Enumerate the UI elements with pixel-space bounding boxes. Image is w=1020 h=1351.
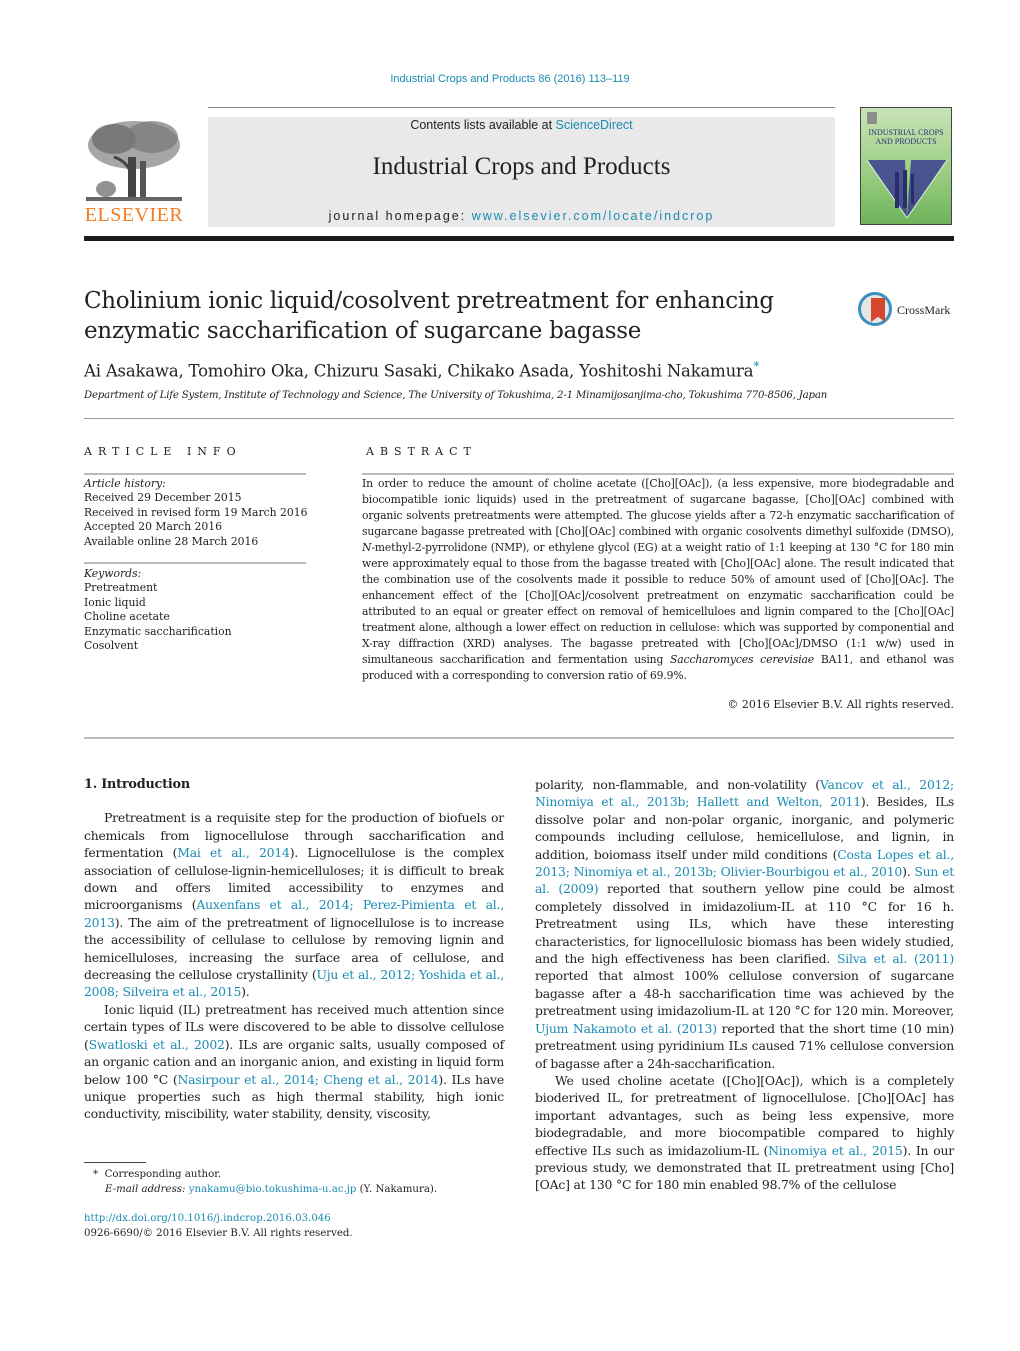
article-info-rule <box>84 473 306 475</box>
citation-link[interactable]: Silva et al. (2011) <box>837 951 954 966</box>
author-list: Ai Asakawa, Tomohiro Oka, Chizuru Sasaki… <box>84 359 759 381</box>
citation-link[interactable]: Nasirpour et al., 2014; Cheng et al., 20… <box>177 1072 438 1087</box>
section-heading: 1. Introduction <box>84 777 190 792</box>
keyword-item: Enzymatic saccharification <box>84 624 232 638</box>
cover-art-icon <box>866 159 948 219</box>
article-title: Cholinium ionic liquid/cosolvent pretrea… <box>84 288 774 344</box>
journal-cover-thumbnail[interactable]: INDUSTRIAL CROPS AND PRODUCTS <box>860 107 952 225</box>
abstract-italic: N <box>362 541 372 554</box>
abstract-bottom-rule <box>84 737 954 739</box>
footnote-marker: * <box>93 1169 99 1180</box>
citation-link[interactable]: Uju et al., 2012; Yoshida et al., 2008; … <box>84 967 504 999</box>
crossmark-icon <box>858 292 892 326</box>
cover-badge-icon <box>867 112 877 124</box>
journal-title: Industrial Crops and Products <box>372 153 671 180</box>
citation-link[interactable]: Mai et al., 2014 <box>177 845 290 860</box>
citation-link[interactable]: Ujum Nakamoto et al. (2013) <box>535 1021 717 1036</box>
elsevier-tree-icon <box>86 121 182 201</box>
history-item: Available online 28 March 2016 <box>84 534 259 548</box>
journal-masthead: Contents lists available at ScienceDirec… <box>208 117 835 227</box>
cover-title: INDUSTRIAL CROPS AND PRODUCTS <box>868 128 944 146</box>
citation-link[interactable]: Ninomiya et al., 2015 <box>768 1143 903 1158</box>
history-label: Article history: <box>84 477 166 490</box>
keywords-label: Keywords: <box>84 567 142 580</box>
keywords-list: Keywords: Pretreatment Ionic liquid Chol… <box>84 567 232 653</box>
issn-line: 0926-6690/© 2016 Elsevier B.V. All right… <box>84 1227 353 1239</box>
abstract-heading: ABSTRACT <box>366 445 477 458</box>
authors-text: Ai Asakawa, Tomohiro Oka, Chizuru Sasaki… <box>84 361 754 381</box>
journal-homepage: journal homepage: www.elsevier.com/locat… <box>208 209 835 223</box>
body-column-left: 1. Introduction Pretreatment is a requis… <box>84 776 504 1123</box>
history-item: Received 29 December 2015 <box>84 491 242 505</box>
email-suffix: (Y. Nakamura). <box>356 1183 438 1195</box>
journal-citation[interactable]: Industrial Crops and Products 86 (2016) … <box>0 73 1020 85</box>
header-rule <box>208 107 835 108</box>
citation-link[interactable]: Swatloski et al., 2002 <box>89 1037 225 1052</box>
footnote: * Corresponding author. E-mail address: … <box>84 1168 437 1197</box>
header-thick-rule <box>84 236 954 241</box>
homepage-link[interactable]: www.elsevier.com/locate/indcrop <box>472 209 715 223</box>
keyword-item: Ionic liquid <box>84 595 146 609</box>
corresponding-author-note: Corresponding author. <box>104 1169 222 1180</box>
abstract-text: In order to reduce the amount of choline… <box>362 476 954 684</box>
article-info-heading: ARTICLE INFO <box>84 445 242 458</box>
keyword-item: Choline acetate <box>84 610 170 624</box>
elsevier-logo[interactable]: ELSEVIER <box>84 117 184 227</box>
keyword-item: Pretreatment <box>84 581 158 595</box>
sciencedirect-link[interactable]: ScienceDirect <box>556 118 633 132</box>
homepage-prefix: journal homepage: <box>328 209 472 223</box>
doi-link[interactable]: http://dx.doi.org/10.1016/j.indcrop.2016… <box>84 1213 331 1224</box>
doi-block: http://dx.doi.org/10.1016/j.indcrop.2016… <box>84 1212 353 1241</box>
body-column-right: polarity, non-flammable, and non-volatil… <box>535 776 954 1194</box>
contents-line: Contents lists available at ScienceDirec… <box>208 118 835 132</box>
crossmark-badge[interactable]: CrossMark <box>858 292 958 332</box>
citation-link[interactable]: Vancov et al., 2012; Ninomiya et al., 20… <box>535 777 954 809</box>
abstract-segment: In order to reduce the amount of choline… <box>362 477 954 538</box>
contents-prefix: Contents lists available at <box>410 118 556 132</box>
paragraph-continued: polarity, non-flammable, and non-volatil… <box>535 777 954 1071</box>
history-item: Accepted 20 March 2016 <box>84 520 222 534</box>
citation-link[interactable]: Auxenfans et al., 2014; Perez-Pimienta e… <box>84 897 504 929</box>
title-rule <box>84 418 954 419</box>
history-item: Received in revised form 19 March 2016 <box>84 505 308 519</box>
elsevier-wordmark: ELSEVIER <box>84 204 184 226</box>
keywords-rule <box>84 562 306 564</box>
footnote-rule <box>84 1162 146 1163</box>
citation-link[interactable]: Costa Lopes et al., 2013; Ninomiya et al… <box>535 847 954 879</box>
paragraph: We used choline acetate ([Cho][OAc]), wh… <box>535 1072 954 1193</box>
abstract-rule <box>362 473 954 475</box>
paragraph: Pretreatment is a requisite step for the… <box>84 810 504 1000</box>
keyword-item: Cosolvent <box>84 639 139 653</box>
email-link[interactable]: ynakamu@bio.tokushima-u.ac.jp <box>189 1184 357 1195</box>
abstract-segment: -methyl-2-pyrrolidone (NMP), or ethylene… <box>362 541 954 666</box>
abstract-copyright: © 2016 Elsevier B.V. All rights reserved… <box>727 698 954 711</box>
paragraph: Ionic liquid (IL) pretreatment has recei… <box>84 1001 504 1122</box>
email-label: E-mail address: <box>105 1183 186 1195</box>
affiliation: Department of Life System, Institute of … <box>84 390 828 401</box>
abstract-italic: Saccharomyces cerevisiae <box>670 653 815 666</box>
corresponding-author-marker[interactable]: * <box>753 359 759 373</box>
article-history: Article history: Received 29 December 20… <box>84 477 308 549</box>
crossmark-label: CrossMark <box>897 303 951 317</box>
